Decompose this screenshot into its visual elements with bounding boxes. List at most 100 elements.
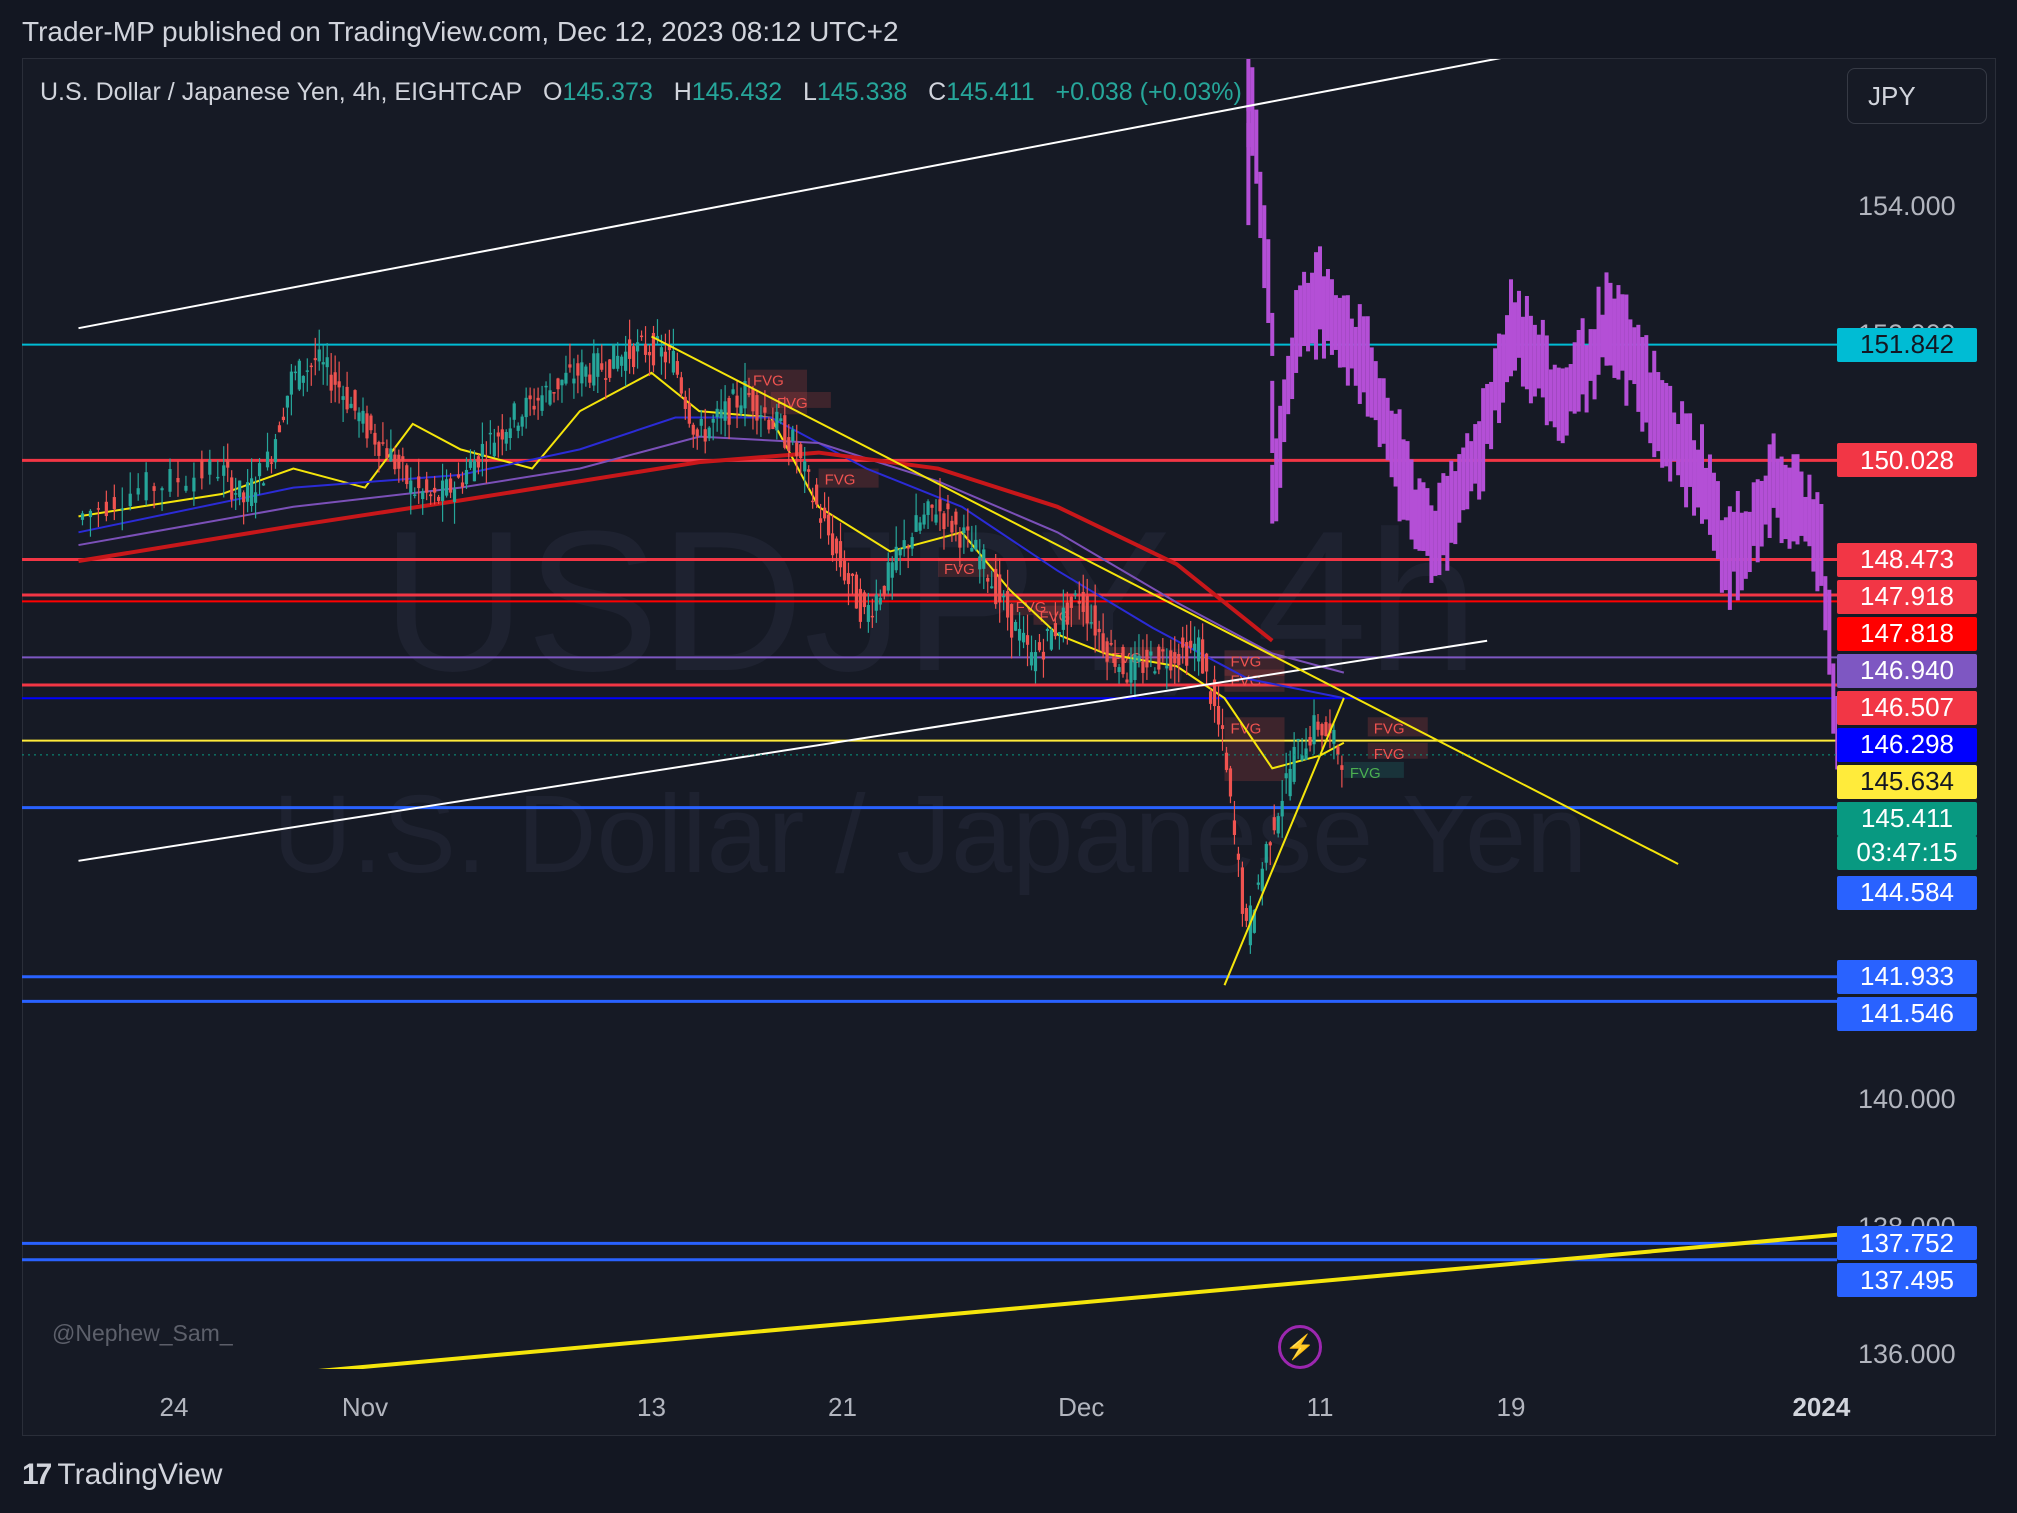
candle-body bbox=[958, 532, 962, 548]
candle-body bbox=[1240, 867, 1245, 914]
candle-body bbox=[1244, 908, 1248, 921]
candle-body bbox=[1002, 595, 1006, 598]
candle-body bbox=[822, 507, 827, 519]
candle-body bbox=[719, 409, 723, 419]
candle-body bbox=[1029, 652, 1034, 666]
candle-body bbox=[1145, 649, 1149, 668]
candle-body bbox=[88, 510, 93, 518]
candle-body bbox=[1236, 853, 1241, 860]
candle-body bbox=[838, 541, 843, 568]
candle-body bbox=[289, 371, 293, 395]
candle-body bbox=[834, 538, 839, 554]
projection-bar bbox=[1711, 472, 1716, 551]
candle-body bbox=[978, 556, 982, 570]
candle-body bbox=[572, 378, 576, 384]
projection-bar bbox=[1656, 372, 1661, 452]
candle-body bbox=[405, 465, 409, 485]
projection-bar bbox=[1640, 337, 1645, 432]
candle-body bbox=[1332, 729, 1336, 744]
tradingview-brand: TradingView bbox=[57, 1458, 223, 1491]
projection-bar bbox=[1314, 252, 1319, 360]
candle-body bbox=[1021, 632, 1026, 643]
projection-bar bbox=[1512, 302, 1517, 371]
tradingview-logo[interactable]: 17 TradingView bbox=[22, 1458, 222, 1492]
candle-body bbox=[699, 418, 703, 426]
candle-body bbox=[783, 415, 787, 448]
candle-body bbox=[842, 560, 847, 581]
price-chart[interactable]: USDJPY, 4h U.S. Dollar / Japanese Yen FV… bbox=[0, 0, 2017, 1513]
candle-body bbox=[592, 353, 596, 386]
candle-body bbox=[293, 371, 297, 374]
projection-bar bbox=[1731, 511, 1736, 572]
candle-body bbox=[1181, 637, 1185, 648]
projection-bar bbox=[1349, 318, 1354, 369]
candle-body bbox=[1272, 817, 1276, 831]
candle-body bbox=[588, 374, 592, 383]
projection-bar bbox=[1250, 67, 1255, 156]
projection-bar bbox=[1903, 906, 1907, 955]
candle-body bbox=[246, 482, 250, 502]
candle-body bbox=[604, 378, 608, 380]
price-tag-9: 145.411 bbox=[1837, 801, 1977, 836]
time-tick-1: Nov bbox=[341, 1392, 389, 1422]
projection-bar bbox=[1286, 355, 1291, 415]
candle-body bbox=[906, 546, 910, 549]
price-tick-0: 154.000 bbox=[1858, 191, 1956, 221]
candle-body bbox=[1125, 679, 1129, 683]
candle-body bbox=[476, 456, 481, 468]
projection-bar bbox=[1723, 517, 1728, 591]
projection-bar bbox=[1469, 441, 1474, 492]
candle-body bbox=[639, 335, 644, 338]
candle-body bbox=[560, 379, 564, 386]
candle-body bbox=[934, 514, 938, 523]
price-tag-13: 137.752 bbox=[1837, 1226, 1977, 1261]
projection-bar bbox=[1501, 334, 1506, 403]
candle-body bbox=[930, 504, 934, 508]
candle-body bbox=[727, 397, 731, 425]
candle-body bbox=[437, 496, 441, 501]
price-tag-3: 147.918 bbox=[1837, 579, 1977, 614]
projection-bar bbox=[1987, 965, 1991, 1041]
candle-body bbox=[357, 412, 361, 422]
candle-body bbox=[1161, 649, 1165, 652]
candle-body bbox=[962, 527, 966, 534]
candle-body bbox=[305, 370, 309, 372]
candle-body bbox=[647, 351, 652, 356]
candle-body bbox=[1208, 691, 1213, 704]
candle-body bbox=[1117, 667, 1121, 673]
symbol-legend[interactable]: U.S. Dollar / Japanese Yen, 4h, EIGHTCAP… bbox=[40, 78, 1242, 107]
candle-body bbox=[1201, 639, 1205, 674]
projection-bar bbox=[1767, 444, 1772, 538]
candle-body bbox=[500, 429, 504, 440]
candle-body bbox=[854, 574, 859, 609]
projection-bar bbox=[1393, 413, 1398, 487]
candle-body bbox=[444, 479, 449, 496]
price-tag-6: 146.507 bbox=[1837, 690, 1977, 725]
candle-body bbox=[393, 454, 397, 470]
candle-body bbox=[862, 592, 866, 608]
projection-bar bbox=[1401, 439, 1406, 520]
projection-bar bbox=[1333, 295, 1338, 350]
candle-body bbox=[1232, 820, 1237, 835]
author-watermark: @Nephew_Sam_ bbox=[52, 1320, 233, 1346]
lightning-bolt-icon[interactable]: ⚡ bbox=[1278, 1325, 1322, 1369]
candle-body bbox=[902, 540, 906, 549]
candle-body bbox=[1336, 746, 1340, 755]
projection-bar bbox=[1536, 334, 1541, 389]
candle-body bbox=[1073, 593, 1077, 595]
projection-bar bbox=[1433, 510, 1438, 576]
projection-bar bbox=[1329, 279, 1334, 355]
candle-body bbox=[208, 459, 212, 475]
projection-bar bbox=[1596, 286, 1601, 375]
candle-body bbox=[1077, 601, 1081, 604]
candle-body bbox=[508, 428, 512, 439]
projection-bar bbox=[1719, 520, 1724, 593]
candle-body bbox=[96, 508, 100, 510]
projection-bar bbox=[1457, 454, 1462, 523]
projection-bar bbox=[1652, 350, 1657, 458]
projection-bar bbox=[1381, 378, 1386, 444]
candle-body bbox=[238, 480, 242, 498]
currency-button[interactable]: JPY bbox=[1847, 68, 1987, 124]
candle-body bbox=[731, 389, 735, 394]
trendline-3[interactable] bbox=[317, 1228, 1917, 1372]
